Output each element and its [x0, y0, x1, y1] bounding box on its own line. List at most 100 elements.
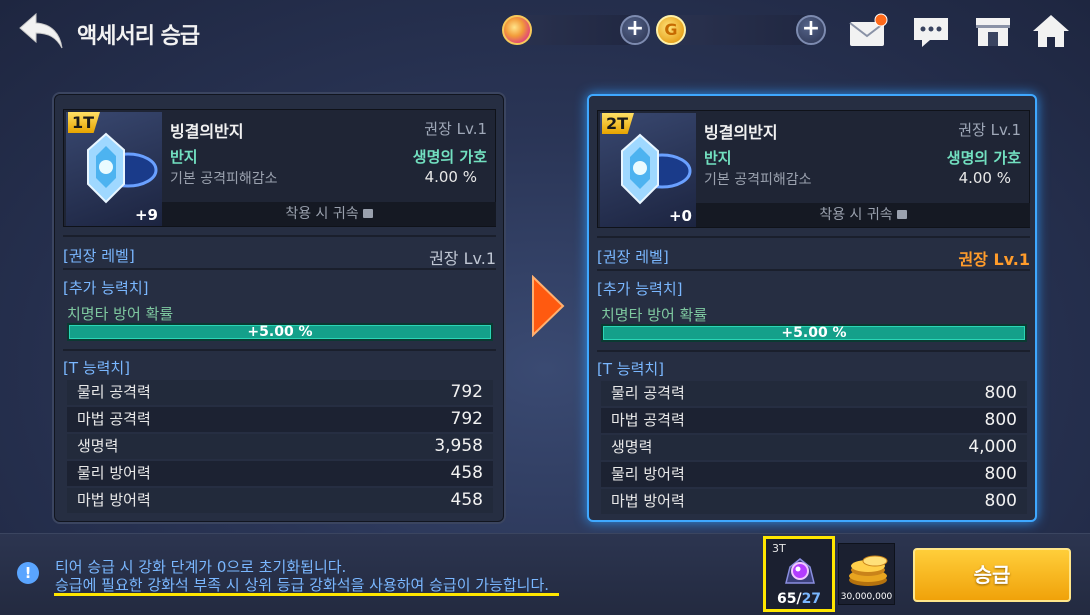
notice-underline [54, 593, 559, 596]
material-count: 65/27 [766, 591, 832, 607]
level-heading: [권장 레벨] [597, 248, 669, 266]
enhance-level: +9 [134, 206, 158, 224]
add-gold-button[interactable]: + [796, 15, 826, 45]
back-arrow-icon[interactable] [16, 10, 66, 54]
page-title: 액세서리 승급 [77, 24, 200, 49]
level-section: [권장 레벨] 권장 Lv.1 [597, 246, 1030, 269]
chat-icon[interactable] [910, 12, 952, 50]
stat-label: 생명력 [611, 438, 653, 456]
stat-row: 생명력 3,958 [67, 434, 493, 459]
add-gem-button[interactable]: + [620, 15, 650, 45]
current-item-panel: 1T +9 빙결의반지 권장 Lv.1 반지 생명의 가호 기본 공격피해감소 … [54, 94, 504, 522]
material-slot[interactable]: 3T 65/27 [763, 536, 835, 612]
stat-value: 792 [450, 382, 483, 402]
divider [597, 269, 1030, 271]
stat-label: 마법 방어력 [77, 491, 151, 509]
stat-label: 마법 공격력 [611, 411, 685, 429]
extra-stat-bar: +5.00 % [67, 323, 493, 341]
stat-row: 생명력 4,000 [601, 435, 1027, 460]
level-value: 권장 Lv.1 [958, 250, 1030, 269]
upgrade-button[interactable]: 승급 [913, 548, 1071, 602]
mail-icon[interactable] [847, 12, 889, 50]
extra-section: [추가 능력치] [597, 278, 1030, 299]
extra-stat-label: 치명타 방어 확률 [601, 306, 708, 324]
t-stat-section: [T 능력치] [597, 358, 1030, 379]
stat-value: 800 [984, 491, 1017, 511]
divider [63, 235, 496, 237]
stat-value: 800 [984, 383, 1017, 403]
stat-value: 800 [984, 410, 1017, 430]
level-value: 권장 Lv.1 [429, 249, 496, 268]
level-heading: [권장 레벨] [63, 247, 135, 265]
bind-on-equip: 착용 시 귀속 [696, 203, 1030, 227]
item-set-name: 생명의 가호 [412, 148, 487, 166]
divider [63, 349, 496, 351]
stat-row: 물리 방어력 800 [601, 462, 1027, 487]
item-name: 빙결의반지 [704, 123, 778, 142]
item-image: 1T +9 [66, 112, 162, 226]
stat-row: 마법 공격력 800 [601, 408, 1027, 433]
item-required-level: 권장 Lv.1 [958, 121, 1021, 139]
divider [63, 268, 496, 270]
stat-label: 물리 방어력 [77, 464, 151, 482]
gold-cost-slot[interactable]: 30,000,000 [838, 543, 895, 605]
material-need: 27 [801, 591, 822, 607]
stat-label: 마법 방어력 [611, 492, 685, 510]
t-stat-section: [T 능력치] [63, 357, 496, 378]
item-option-label: 기본 공격피해감소 [704, 172, 812, 188]
arrow-right-icon [532, 275, 565, 337]
stat-label: 물리 공격력 [611, 384, 685, 402]
divider [597, 236, 1030, 238]
item-option-value: 4.00 % [424, 168, 477, 186]
stat-label: 생명력 [77, 437, 119, 455]
home-icon[interactable] [1030, 12, 1072, 50]
material-have: 65 [776, 591, 797, 607]
item-type: 반지 [170, 148, 198, 166]
stat-value: 800 [984, 464, 1017, 484]
extra-heading: [추가 능력치] [63, 279, 149, 297]
stat-row: 마법 공격력 792 [67, 407, 493, 432]
stat-row: 물리 공격력 792 [67, 380, 493, 405]
bind-on-equip: 착용 시 귀속 [162, 202, 496, 226]
item-image: 2T +0 [600, 113, 696, 227]
gold-currency: G + [656, 15, 826, 45]
item-card[interactable]: 2T +0 빙결의반지 권장 Lv.1 반지 생명의 가호 기본 공격피해감소 … [597, 110, 1030, 228]
gold-coin-icon: G [656, 15, 686, 45]
stat-row: 마법 방어력 458 [67, 488, 493, 513]
lock-icon [362, 209, 373, 218]
stat-row: 마법 방어력 800 [601, 489, 1027, 514]
divider [597, 350, 1030, 352]
item-name: 빙결의반지 [170, 122, 244, 141]
item-card[interactable]: 1T +9 빙결의반지 권장 Lv.1 반지 생명의 가호 기본 공격피해감소 … [63, 109, 496, 227]
extra-section: [추가 능력치] [63, 277, 496, 298]
gold-cost: 30,000,000 [840, 592, 893, 602]
stat-label: 물리 공격력 [77, 383, 151, 401]
top-bar: 액세서리 승급 + G + [0, 0, 1090, 64]
stat-row: 물리 방어력 458 [67, 461, 493, 486]
shop-icon[interactable] [972, 12, 1014, 50]
stat-value: 792 [450, 409, 483, 429]
info-icon: ! [17, 562, 39, 584]
stat-value: 4,000 [968, 437, 1017, 457]
stat-row: 물리 공격력 800 [601, 381, 1027, 406]
enhance-level: +0 [668, 207, 692, 225]
gold-coins-icon [849, 555, 888, 586]
bind-text: 착용 시 귀속 [819, 207, 893, 223]
item-option-label: 기본 공격피해감소 [170, 171, 278, 187]
notice-line-2: 승급에 필요한 강화석 부족 시 상위 등급 강화석을 사용하여 승급이 가능합… [55, 576, 550, 594]
level-section: [권장 레벨] 권장 Lv.1 [63, 245, 496, 268]
item-set-name: 생명의 가호 [946, 149, 1021, 167]
extra-heading: [추가 능력치] [597, 280, 683, 298]
item-required-level: 권장 Lv.1 [424, 120, 487, 138]
gem-icon [502, 15, 532, 45]
stat-value: 458 [450, 463, 483, 483]
stat-label: 물리 방어력 [611, 465, 685, 483]
gem-currency: + [502, 15, 650, 45]
stat-label: 마법 공격력 [77, 410, 151, 428]
t-stat-heading: [T 능력치] [597, 360, 665, 378]
item-type: 반지 [704, 149, 732, 167]
bind-text: 착용 시 귀속 [285, 206, 359, 222]
bottom-bar: ! 티어 승급 시 강화 단계가 0으로 초기화됩니다. 승급에 필요한 강화석… [0, 533, 1090, 615]
extra-stat-label: 치명타 방어 확률 [67, 305, 174, 323]
item-option-value: 4.00 % [958, 169, 1011, 187]
